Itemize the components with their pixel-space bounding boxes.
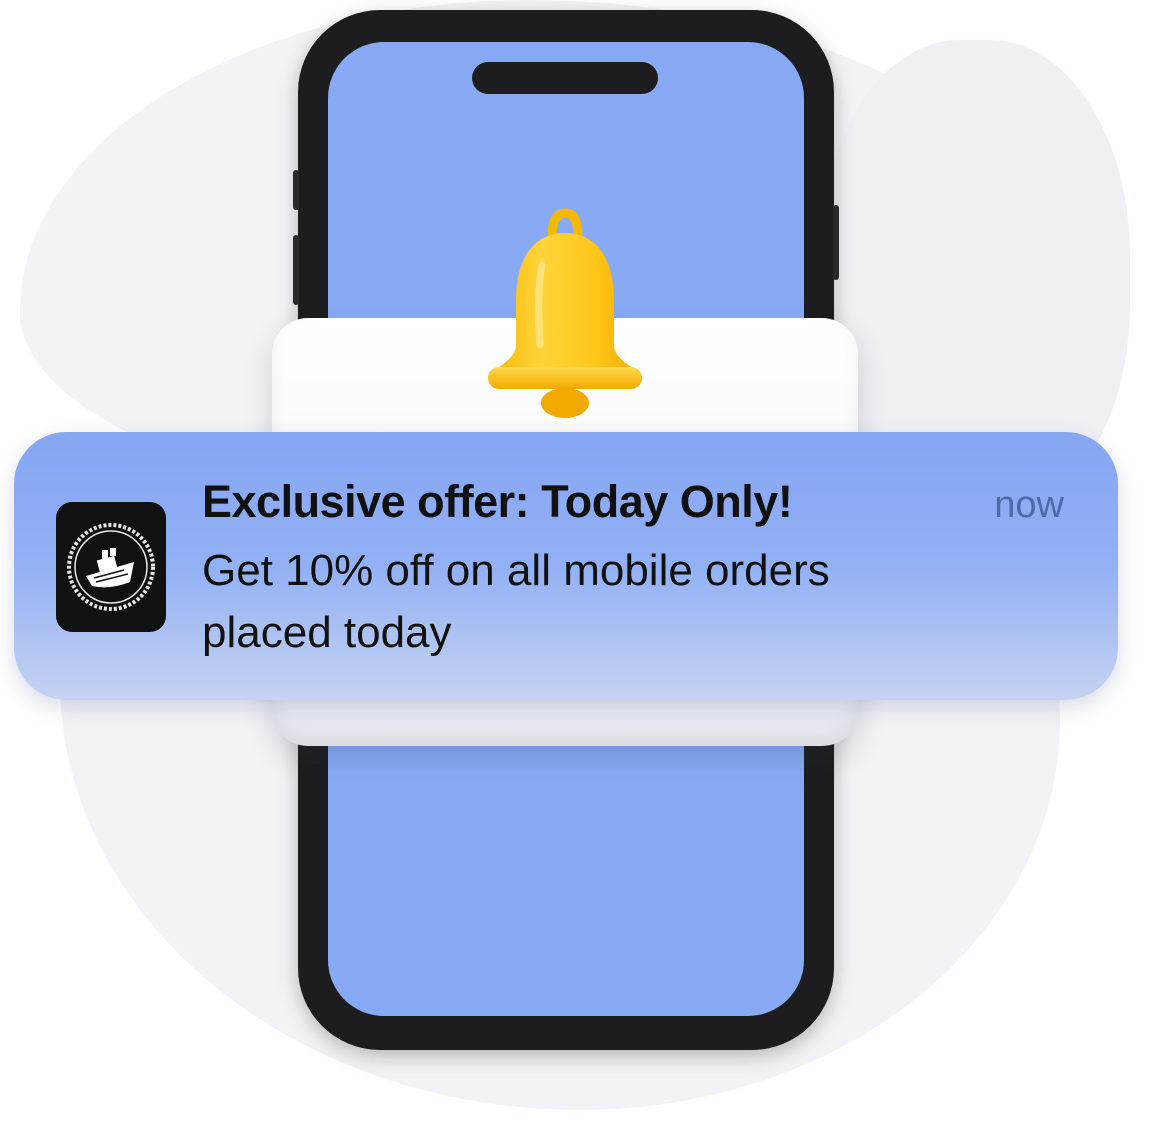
notification-title: Exclusive offer: Today Only! (202, 476, 793, 527)
volume-button (293, 235, 299, 305)
app-icon[interactable] (56, 502, 166, 632)
ship-logo-icon (67, 523, 155, 611)
notification-body: Get 10% off on all mobile orders placed … (202, 540, 902, 664)
push-notification[interactable]: Exclusive offer: Today Only! Get 10% off… (14, 432, 1118, 700)
dynamic-island (472, 62, 658, 94)
power-button (833, 205, 839, 280)
notification-body-line: placed today (202, 608, 452, 657)
bell-icon (488, 208, 642, 418)
notification-timestamp: now (994, 484, 1064, 526)
notification-body-line: Get 10% off on all mobile orders (202, 546, 830, 595)
mute-switch (293, 170, 299, 210)
